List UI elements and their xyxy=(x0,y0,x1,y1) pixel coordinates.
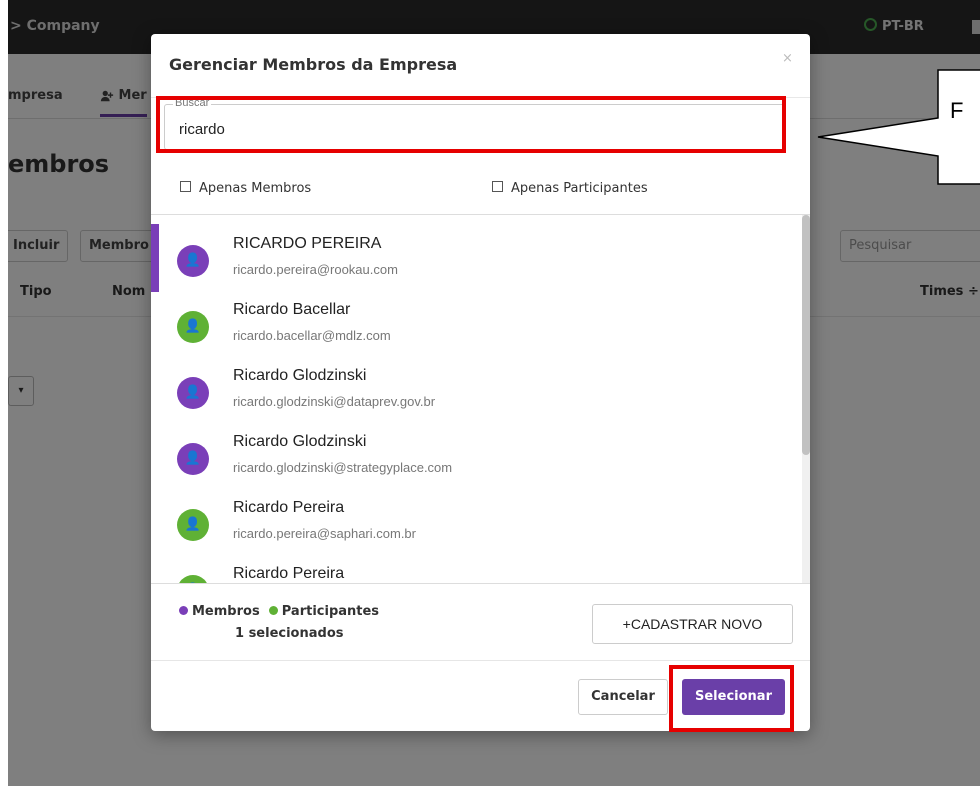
footer-divider xyxy=(151,660,810,661)
register-new-button[interactable]: +CADASTRAR NOVO xyxy=(592,604,793,644)
only-participants-checkbox[interactable]: Apenas Participantes xyxy=(492,181,648,196)
participant-user-lock-icon: 👤 xyxy=(177,575,209,583)
member-email: ricardo.glodzinski@dataprev.gov.br xyxy=(233,394,436,409)
checkbox-icon xyxy=(180,181,191,192)
participant-user-lock-icon: 👤 xyxy=(177,311,209,343)
list-item[interactable]: 👤 Ricardo Pereira xyxy=(151,563,801,583)
close-icon[interactable]: × xyxy=(782,51,793,66)
member-email: ricardo.glodzinski@strategyplace.com xyxy=(233,460,453,475)
only-members-checkbox[interactable]: Apenas Membros xyxy=(180,181,311,196)
list-item[interactable]: 👤 Ricardo Bacellar ricardo.bacellar@mdlz… xyxy=(151,299,801,365)
modal-title: Gerenciar Membros da Empresa xyxy=(169,55,458,74)
member-user-icon: 👤 xyxy=(177,245,209,277)
color-legend: Membros Participantes xyxy=(179,604,379,619)
member-name: Ricardo Pereira xyxy=(233,565,345,582)
callout-text: F xyxy=(950,98,964,123)
member-email: ricardo.pereira@rookau.com xyxy=(233,262,398,277)
checkbox-icon xyxy=(492,181,503,192)
manage-members-modal: Gerenciar Membros da Empresa × Buscar ri… xyxy=(151,34,810,731)
only-participants-label: Apenas Participantes xyxy=(511,181,648,196)
list-item[interactable]: 👤 Ricardo Glodzinski ricardo.glodzinski@… xyxy=(151,431,801,497)
select-highlight-box xyxy=(669,665,794,732)
list-scrollbar[interactable] xyxy=(802,215,810,583)
list-item[interactable]: 👤 RICARDO PEREIRA ricardo.pereira@rookau… xyxy=(151,233,801,299)
member-user-icon: 👤 xyxy=(177,443,209,475)
participant-user-lock-icon: 👤 xyxy=(177,509,209,541)
only-members-label: Apenas Membros xyxy=(199,181,312,196)
legend-members: Membros xyxy=(192,604,260,619)
scrollbar-thumb[interactable] xyxy=(802,215,810,455)
member-email: ricardo.bacellar@mdlz.com xyxy=(233,328,391,343)
member-name: RICARDO PEREIRA xyxy=(233,235,382,252)
member-name: Ricardo Glodzinski xyxy=(233,433,367,450)
participant-dot-icon xyxy=(268,606,278,615)
search-highlight-box xyxy=(156,96,786,153)
list-item[interactable]: 👤 Ricardo Glodzinski ricardo.glodzinski@… xyxy=(151,365,801,431)
modal-header: Gerenciar Membros da Empresa × xyxy=(151,34,810,98)
member-name: Ricardo Glodzinski xyxy=(233,367,367,384)
list-divider xyxy=(151,583,810,584)
cancel-button[interactable]: Cancelar xyxy=(578,679,668,715)
member-name: Ricardo Bacellar xyxy=(233,301,351,318)
list-item[interactable]: 👤 Ricardo Pereira ricardo.pereira@saphar… xyxy=(151,497,801,563)
member-dot-icon xyxy=(179,606,188,615)
results-list: 👤 RICARDO PEREIRA ricardo.pereira@rookau… xyxy=(151,215,810,583)
legend-participants: Participantes xyxy=(281,604,380,619)
member-user-icon: 👤 xyxy=(177,377,209,409)
member-email: ricardo.pereira@saphari.com.br xyxy=(233,526,416,541)
selected-count: 1 selecionados xyxy=(235,626,344,641)
member-name: Ricardo Pereira xyxy=(233,499,345,516)
